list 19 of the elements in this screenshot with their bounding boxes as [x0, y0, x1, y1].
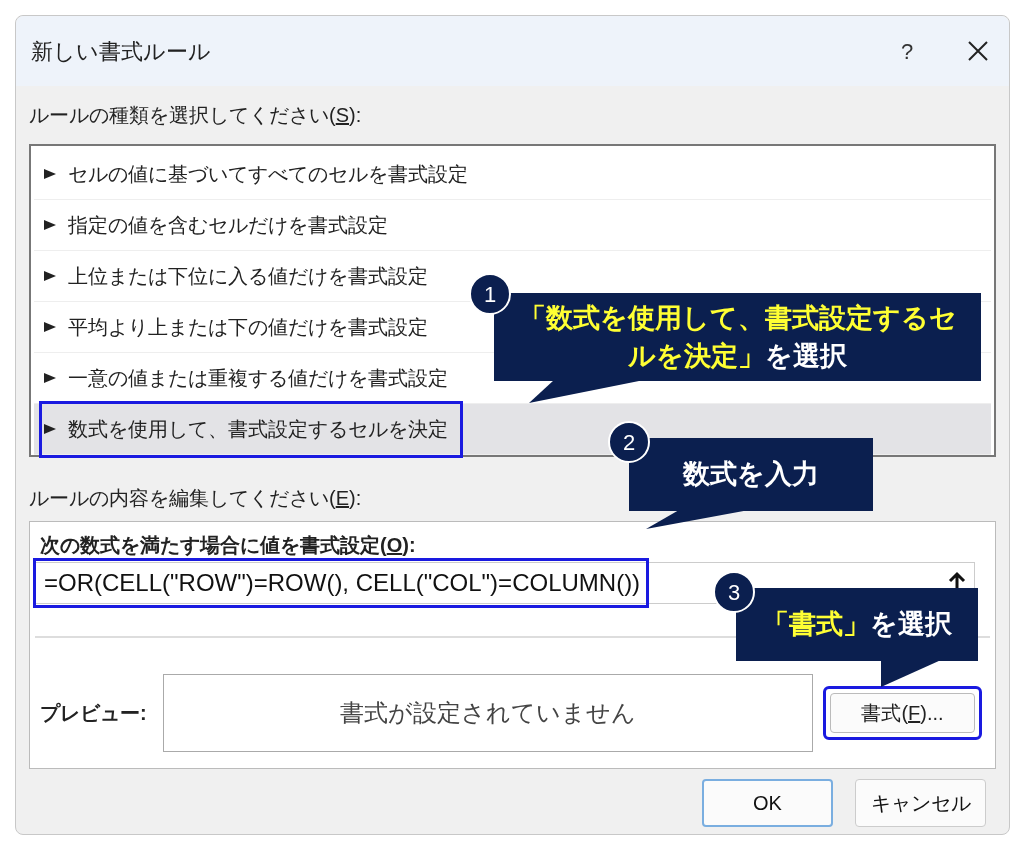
- preview-label: プレビュー:: [40, 701, 148, 726]
- formula-label: 次の数式を満たす場合に値を書式設定(O):: [40, 533, 417, 558]
- rule-type-label-text: セルの値に基づいてすべてのセルを書式設定: [68, 162, 468, 187]
- rule-type-label-text: 平均より上または下の値だけを書式設定: [68, 315, 428, 340]
- rule-type-item-row[interactable]: セルの値に基づいてすべてのセルを書式設定: [34, 149, 991, 200]
- dialog-button[interactable]: OK: [702, 779, 833, 827]
- rule-type-label-text: 指定の値を含むセルだけを書式設定: [68, 213, 388, 238]
- rule-type-label: ルールの種類を選択してください(S):: [29, 103, 363, 128]
- rule-edit-label: ルールの内容を編集してください(E):: [29, 486, 363, 511]
- format-button[interactable]: 書式(F)...: [830, 693, 975, 733]
- help-button[interactable]: ?: [887, 34, 927, 68]
- rule-type-label-text: 一意の値または重複する値だけを書式設定: [68, 366, 448, 391]
- dialog-button[interactable]: キャンセル: [855, 779, 986, 827]
- rule-type-label-text: 数式を使用して、書式設定するセルを決定: [68, 417, 448, 442]
- preview-text: 書式が設定されていません: [340, 698, 636, 728]
- window-title: 新しい書式ルール: [31, 37, 212, 66]
- rule-type-item-row[interactable]: 指定の値を含むセルだけを書式設定: [34, 200, 991, 251]
- rule-type-label-text: 上位または下位に入る値だけを書式設定: [68, 264, 428, 289]
- formula-value: =OR(CELL("ROW")=ROW(), CELL("COL")=COLUMN()): [36, 561, 647, 605]
